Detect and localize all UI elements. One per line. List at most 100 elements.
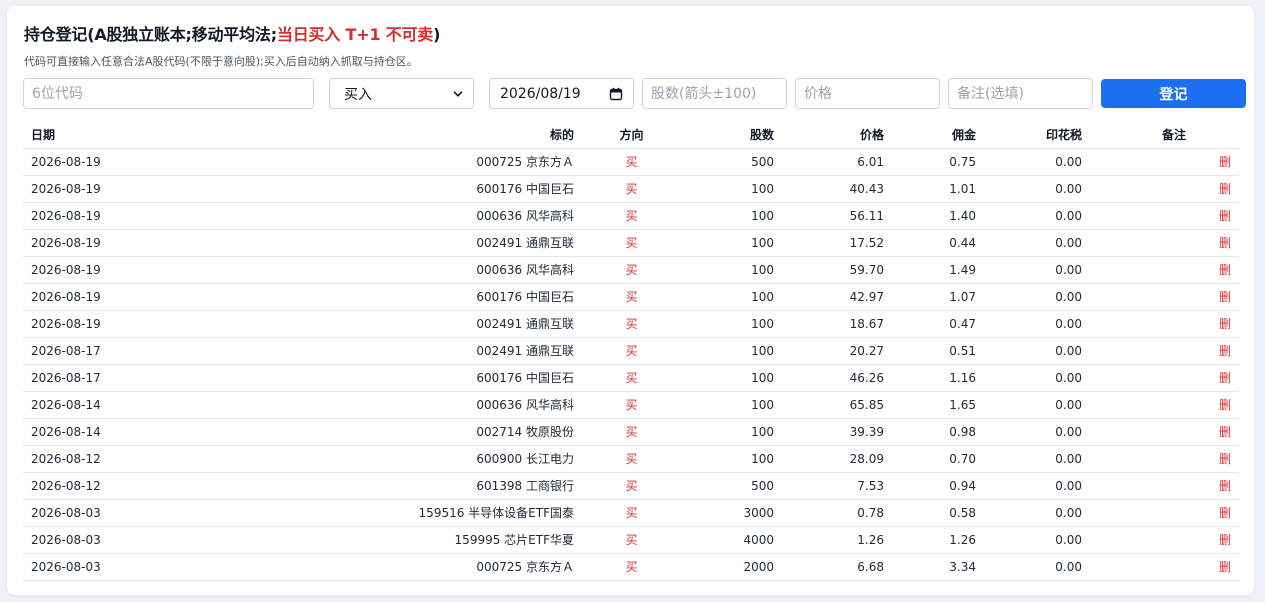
delete-row-button[interactable]: 删 (1194, 256, 1239, 284)
table-row: 2026-08-12 601398 工商银行买 500 7.53 0.94 0.00 删 (23, 472, 1239, 500)
table-row: 2026-08-19 000636 风华高科买 100 59.70 1.49 0.00 删 (23, 256, 1239, 284)
table-row: 2026-08-19 002491 通鼎互联买 100 17.52 0.44 0.00 删 (23, 229, 1239, 257)
table-row: 2026-08-14 000636 风华高科买 100 65.85 1.65 0.00 删 (23, 391, 1239, 419)
cell-direction: 买 (582, 202, 681, 230)
cell-commission: 3.34 (892, 553, 984, 581)
cell-symbol: 600900 长江电力 (223, 445, 582, 473)
cell-price: 1.26 (782, 526, 892, 554)
cell-direction: 买 (582, 553, 681, 581)
cell-direction: 买 (582, 391, 681, 419)
col-header-direction: 方向 (582, 122, 681, 149)
cell-note (1090, 499, 1194, 527)
cell-note (1090, 472, 1194, 500)
col-header-note: 备注 (1090, 122, 1194, 149)
table-row: 2026-08-19 600176 中国巨石买 100 40.43 1.01 0.00 删 (23, 175, 1239, 203)
date-input-value: 2026/08/19 (500, 85, 581, 102)
delete-row-button[interactable]: 删 (1194, 553, 1239, 581)
cell-price: 17.52 (782, 229, 892, 257)
delete-row-button[interactable]: 删 (1194, 391, 1239, 419)
cell-date: 2026-08-19 (23, 229, 223, 257)
cell-symbol: 000725 京东方Ａ (223, 148, 582, 176)
cell-shares: 100 (681, 364, 782, 392)
cell-note (1090, 364, 1194, 392)
cell-symbol: 002714 牧原股份 (223, 418, 582, 446)
cell-stamp-tax: 0.00 (984, 283, 1090, 311)
cell-commission: 1.07 (892, 283, 984, 311)
cell-stamp-tax: 0.00 (984, 445, 1090, 473)
cell-shares: 500 (681, 148, 782, 176)
delete-row-button[interactable]: 删 (1194, 445, 1239, 473)
table-row: 2026-08-14 002714 牧原股份买 100 39.39 0.98 0.00 删 (23, 418, 1239, 446)
cell-note (1090, 337, 1194, 365)
cell-direction: 买 (582, 418, 681, 446)
delete-row-button[interactable]: 删 (1194, 202, 1239, 230)
cell-stamp-tax: 0.00 (984, 310, 1090, 338)
cell-direction: 买 (582, 472, 681, 500)
cell-date: 2026-08-17 (23, 364, 223, 392)
cell-date: 2026-08-19 (23, 148, 223, 176)
cell-date: 2026-08-03 (23, 526, 223, 554)
cell-price: 28.09 (782, 445, 892, 473)
cell-date: 2026-08-19 (23, 256, 223, 284)
cell-shares: 3000 (681, 499, 782, 527)
cell-date: 2026-08-17 (23, 337, 223, 365)
table-row: 2026-08-03 000725 京东方Ａ 买 2000 6.68 3.34 0.00 删 (23, 553, 1239, 581)
direction-select[interactable]: 买入 (329, 78, 474, 109)
direction-select-value: 买入 (344, 86, 372, 103)
delete-row-button[interactable]: 删 (1194, 229, 1239, 257)
note-input[interactable] (948, 78, 1093, 109)
delete-row-button[interactable]: 删 (1194, 364, 1239, 392)
cell-shares: 100 (681, 445, 782, 473)
cell-price: 7.53 (782, 472, 892, 500)
delete-row-button[interactable]: 删 (1194, 337, 1239, 365)
cell-note (1090, 418, 1194, 446)
cell-commission: 1.16 (892, 364, 984, 392)
delete-row-button[interactable]: 删 (1194, 310, 1239, 338)
cell-shares: 100 (681, 391, 782, 419)
cell-shares: 500 (681, 472, 782, 500)
page-title: 持仓登记(A股独立账本;移动平均法;当日买入 T+1 不可卖) (24, 21, 440, 45)
cell-symbol: 600176 中国巨石 (223, 364, 582, 392)
cell-note (1090, 175, 1194, 203)
cell-note (1090, 526, 1194, 554)
calendar-icon[interactable] (609, 87, 623, 101)
shares-input[interactable] (642, 78, 787, 109)
cell-commission: 0.94 (892, 472, 984, 500)
cell-commission: 0.98 (892, 418, 984, 446)
delete-row-button[interactable]: 删 (1194, 283, 1239, 311)
submit-button[interactable]: 登记 (1101, 79, 1246, 108)
cell-date: 2026-08-14 (23, 418, 223, 446)
delete-row-button[interactable]: 删 (1194, 148, 1239, 176)
table-header-row: 日期 标的 方向 股数 价格 佣金 印花税 备注 (23, 122, 1239, 149)
cell-shares: 100 (681, 202, 782, 230)
ledger-panel: 持仓登记(A股独立账本;移动平均法;当日买入 T+1 不可卖) 代码可直接输入任… (7, 6, 1254, 595)
cell-symbol: 601398 工商银行 (223, 472, 582, 500)
code-input[interactable] (23, 78, 314, 109)
table-row: 2026-08-17 002491 通鼎互联买 100 20.27 0.51 0.00 删 (23, 337, 1239, 365)
cell-stamp-tax: 0.00 (984, 148, 1090, 176)
price-input[interactable] (795, 78, 940, 109)
table-row: 2026-08-12 600900 长江电力买 100 28.09 0.70 0.00 删 (23, 445, 1239, 473)
cell-direction: 买 (582, 526, 681, 554)
date-input[interactable]: 2026/08/19 (489, 78, 634, 109)
delete-row-button[interactable]: 删 (1194, 526, 1239, 554)
cell-date: 2026-08-14 (23, 391, 223, 419)
col-header-date: 日期 (23, 122, 223, 149)
cell-symbol: 600176 中国巨石 (223, 175, 582, 203)
cell-date: 2026-08-03 (23, 553, 223, 581)
delete-row-button[interactable]: 删 (1194, 418, 1239, 446)
cell-note (1090, 310, 1194, 338)
cell-stamp-tax: 0.00 (984, 175, 1090, 203)
cell-shares: 100 (681, 229, 782, 257)
cell-date: 2026-08-12 (23, 445, 223, 473)
delete-row-button[interactable]: 删 (1194, 175, 1239, 203)
delete-row-button[interactable]: 删 (1194, 472, 1239, 500)
cell-stamp-tax: 0.00 (984, 526, 1090, 554)
cell-shares: 4000 (681, 526, 782, 554)
cell-commission: 0.75 (892, 148, 984, 176)
cell-symbol: 159516 半导体设备ETF国泰 (223, 499, 582, 527)
col-header-price: 价格 (782, 122, 892, 149)
delete-row-button[interactable]: 删 (1194, 499, 1239, 527)
cell-stamp-tax: 0.00 (984, 364, 1090, 392)
table-row: 2026-08-19 002491 通鼎互联买 100 18.67 0.47 0.00 删 (23, 310, 1239, 338)
